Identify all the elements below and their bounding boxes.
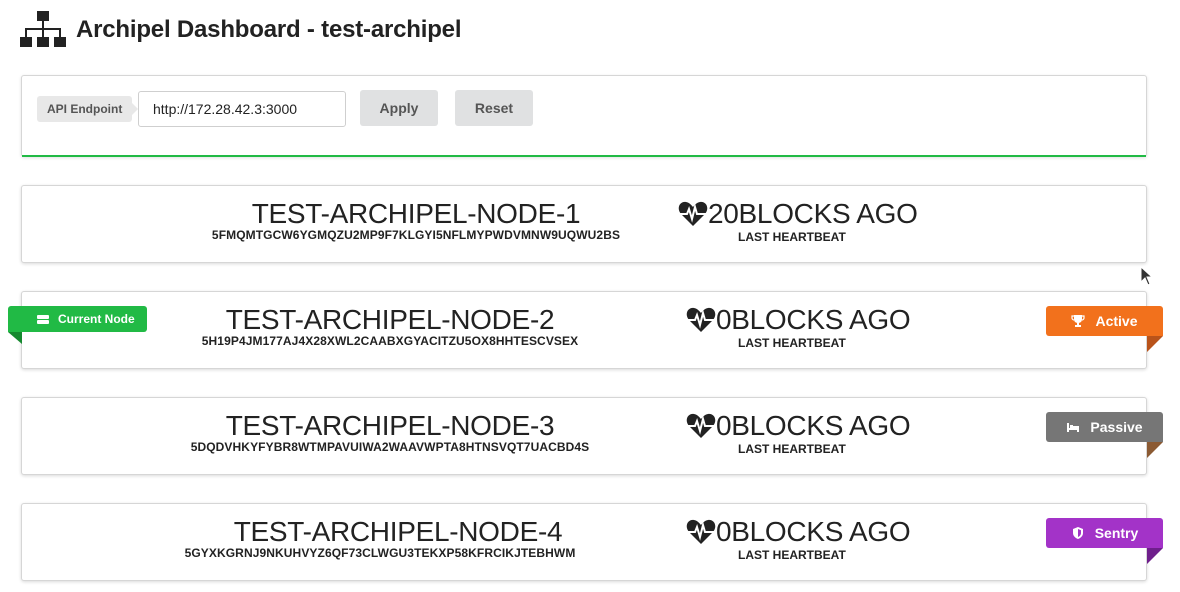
reset-button[interactable]: Reset [455, 90, 533, 126]
node-key: 5FMQMTGCW6YGMQZU2MP9F7KLGYI5NFLMYPWDVMNW… [211, 228, 621, 242]
node-key: 5H19P4JM177AJ4X28XWL2CAABXGYACITZU5OX8HH… [201, 334, 579, 348]
role-ribbon-active: Active [1046, 306, 1163, 352]
current-node-label: Current Node [58, 312, 135, 326]
heartbeat-label: LAST HEARTBEAT [738, 442, 846, 456]
sitemap-icon [20, 11, 66, 47]
node-card: Current Node TEST-ARCHIPEL-NODE-2 5H19P4… [8, 291, 1163, 369]
node-key: 5DQDVHKYFYBR8WTMPAVUIWA2WAAVWPTA8HTNSVQT… [190, 440, 590, 454]
heartbeat-text: 0BLOCKS AGO [716, 410, 911, 441]
role-label: Sentry [1094, 525, 1139, 541]
role-label: Passive [1090, 419, 1143, 435]
heartbeat-icon [686, 307, 716, 332]
progress-bar [22, 155, 1146, 157]
heartbeat-text: 0BLOCKS AGO [716, 304, 911, 335]
node-card: TEST-ARCHIPEL-NODE-1 5FMQMTGCW6YGMQZU2MP… [21, 185, 1147, 263]
apply-button[interactable]: Apply [360, 90, 438, 126]
heartbeat-icon [686, 413, 716, 438]
trophy-icon [1071, 315, 1086, 327]
node-key: 5GYXKGRNJ9NKUHVYZ6QF73CLWGU3TEKXP58KFRCI… [184, 546, 576, 560]
heartbeat-label: LAST HEARTBEAT [738, 230, 846, 244]
node-name: TEST-ARCHIPEL-NODE-4 [233, 516, 563, 547]
shield-icon [1072, 527, 1083, 539]
api-endpoint-input[interactable] [138, 91, 346, 127]
heartbeat-icon [678, 201, 708, 226]
role-ribbon-sentry: Sentry [1046, 518, 1163, 564]
node-card: TEST-ARCHIPEL-NODE-3 5DQDVHKYFYBR8WTMPAV… [21, 397, 1163, 475]
heartbeat-label: LAST HEARTBEAT [738, 548, 846, 562]
heartbeat-label: LAST HEARTBEAT [738, 336, 846, 350]
current-node-ribbon: Current Node [8, 306, 147, 344]
bed-icon [1067, 423, 1080, 432]
heartbeat-text: 0BLOCKS AGO [716, 516, 911, 547]
api-endpoint-label: API Endpoint [37, 96, 139, 122]
node-card: TEST-ARCHIPEL-NODE-4 5GYXKGRNJ9NKUHVYZ6Q… [21, 503, 1163, 581]
node-name: TEST-ARCHIPEL-NODE-3 [225, 410, 555, 441]
mouse-cursor-icon [1140, 266, 1154, 286]
heartbeat-value: 0BLOCKS AGO [686, 410, 911, 442]
role-label: Active [1095, 313, 1138, 329]
node-name: TEST-ARCHIPEL-NODE-2 [225, 304, 555, 335]
heartbeat-value: 20BLOCKS AGO [678, 198, 918, 230]
role-ribbon-passive: Passive [1046, 412, 1163, 458]
page-title: Archipel Dashboard - test-archipel [76, 16, 462, 43]
heartbeat-value: 0BLOCKS AGO [686, 304, 911, 336]
api-endpoint-panel: API Endpoint Apply Reset [21, 75, 1147, 157]
node-name: TEST-ARCHIPEL-NODE-1 [251, 198, 581, 229]
heartbeat-text: 20BLOCKS AGO [708, 198, 918, 229]
heartbeat-icon [686, 519, 716, 544]
heartbeat-value: 0BLOCKS AGO [686, 516, 911, 548]
server-icon [37, 315, 49, 324]
page-header: Archipel Dashboard - test-archipel [20, 10, 461, 50]
